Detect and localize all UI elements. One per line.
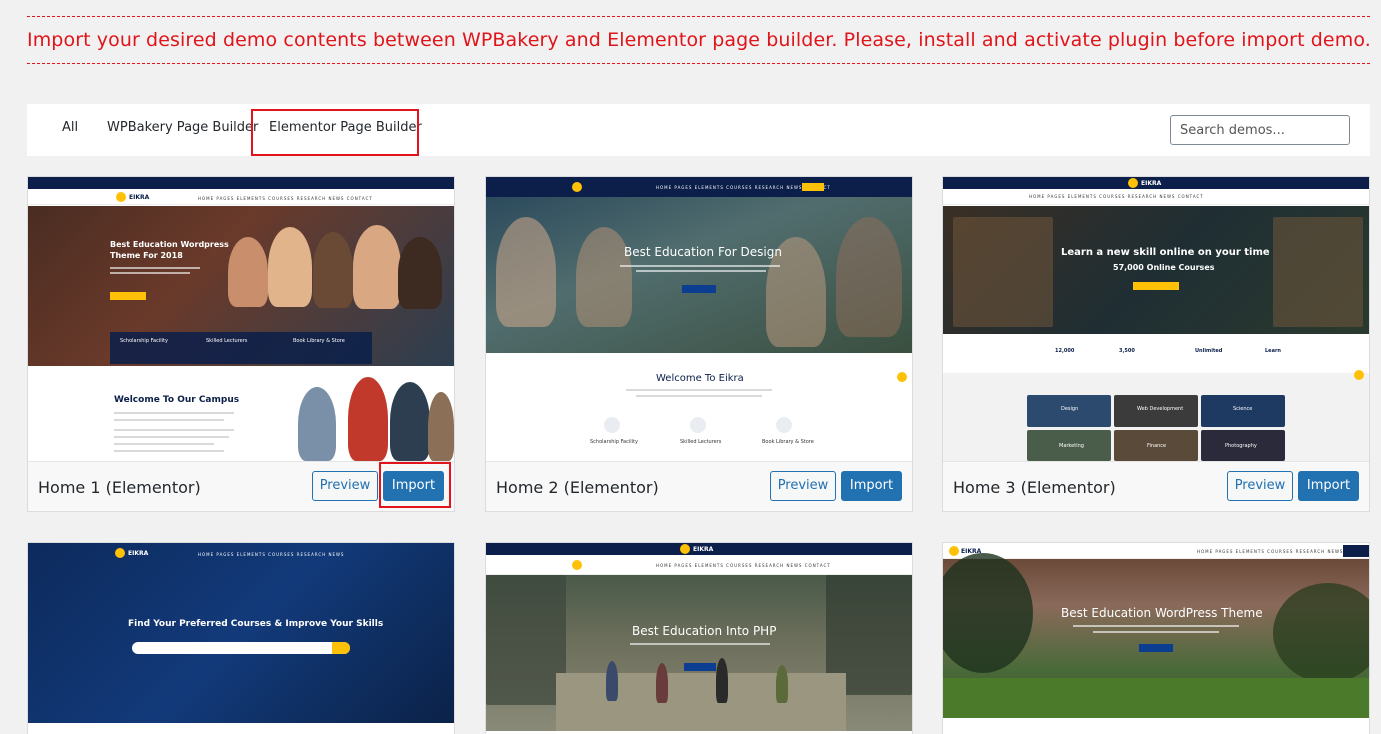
demo-card-footer: Home 2 (Elementor) Preview Import <box>486 461 912 511</box>
demo-screenshot-home-4[interactable]: EIKRA HOME PAGES ELEMENTS COURSES RESEAR… <box>28 543 454 734</box>
demo-card-home-2: HOME PAGES ELEMENTS COURSES RESEARCH NEW… <box>485 176 913 512</box>
demo-hero-title: Find Your Preferred Courses & Improve Yo… <box>128 619 384 629</box>
demo-name: Home 1 (Elementor) <box>38 478 201 497</box>
import-notice: Import your desired demo contents betwee… <box>27 16 1371 64</box>
demo-screenshot-home-2[interactable]: HOME PAGES ELEMENTS COURSES RESEARCH NEW… <box>486 177 912 461</box>
demo-hero-title: Best Education Into PHP <box>632 624 777 638</box>
import-button[interactable]: Import <box>841 471 902 501</box>
demo-card-home-5: EIKRA HOME PAGES ELEMENTS COURSES RESEAR… <box>485 542 913 734</box>
demo-card-home-3: EIKRA HOME PAGES ELEMENTS COURSES RESEAR… <box>942 176 1370 512</box>
preview-button[interactable]: Preview <box>770 471 836 501</box>
demo-hero-title: Best Education For Design <box>624 245 782 259</box>
demo-hero-subtitle: 57,000 Online Courses <box>1113 263 1215 272</box>
demo-screenshot-home-3[interactable]: EIKRA HOME PAGES ELEMENTS COURSES RESEAR… <box>943 177 1369 461</box>
import-button[interactable]: Import <box>1298 471 1359 501</box>
demo-card-home-4: EIKRA HOME PAGES ELEMENTS COURSES RESEAR… <box>27 542 455 734</box>
demo-name: Home 2 (Elementor) <box>496 478 659 497</box>
demo-screenshot-home-1[interactable]: EIKRA HOME PAGES ELEMENTS COURSES RESEAR… <box>28 177 454 461</box>
demo-hero-title: Best Education Wordpress Theme For 2018 <box>110 240 229 260</box>
import-button-highlight <box>379 462 451 508</box>
search-demos-input[interactable] <box>1170 115 1350 145</box>
demo-section-title: Welcome To Eikra <box>656 373 744 384</box>
demo-screenshot-home-5[interactable]: EIKRA HOME PAGES ELEMENTS COURSES RESEAR… <box>486 543 912 734</box>
filter-tab-all[interactable]: All <box>62 120 78 135</box>
demo-hero-title: Learn a new skill online on your time <box>1061 247 1270 258</box>
elementor-tab-highlight <box>251 109 419 156</box>
filter-tab-wpbakery[interactable]: WPBakery Page Builder <box>107 120 258 135</box>
preview-button[interactable]: Preview <box>312 471 378 501</box>
preview-button[interactable]: Preview <box>1227 471 1293 501</box>
demo-hero-title: Best Education WordPress Theme <box>1061 606 1263 620</box>
demo-filter-bar: All WPBakery Page Builder Elementor Page… <box>27 104 1370 156</box>
demo-section-title: Welcome To Our Campus <box>114 395 240 405</box>
demo-screenshot-home-6[interactable]: EIKRA HOME PAGES ELEMENTS COURSES RESEAR… <box>943 543 1369 734</box>
demo-card-home-6: EIKRA HOME PAGES ELEMENTS COURSES RESEAR… <box>942 542 1370 734</box>
notice-text: Import your desired demo contents betwee… <box>27 29 1371 51</box>
demo-name: Home 3 (Elementor) <box>953 478 1116 497</box>
demo-card-footer: Home 3 (Elementor) Preview Import <box>943 461 1369 511</box>
demo-logo-text: EIKRA <box>129 194 150 201</box>
